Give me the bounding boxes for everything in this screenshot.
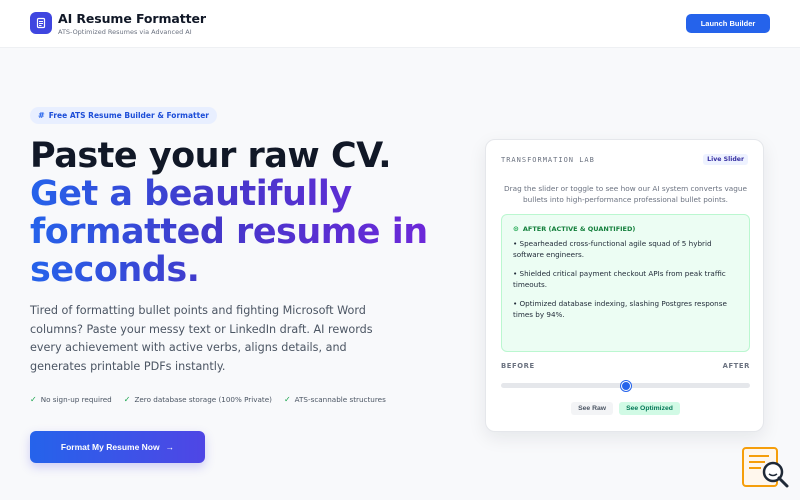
feature-check-label: ATS-scannable structures <box>294 395 386 404</box>
feature-check-item: ✓ Zero database storage (100% Private) <box>124 395 272 404</box>
check-icon: ✓ <box>123 395 131 404</box>
search-document-icon[interactable] <box>741 446 791 490</box>
feature-check-label: No sign-up required <box>40 395 112 404</box>
headline-line-2: Get a beautifully <box>30 175 428 213</box>
hero-headline: Paste your raw CV. Get a beautifully for… <box>30 137 428 289</box>
optimized-bullet: • Spearheaded cross-functional agile squ… <box>513 239 712 259</box>
launch-builder-button[interactable]: Launch Builder <box>686 14 770 33</box>
headline-line-1: Paste your raw CV. <box>30 136 391 176</box>
slider-labels: BEFORE AFTER <box>501 362 750 370</box>
top-navbar: AI Resume Formatter ATS-Optimized Resume… <box>0 0 800 48</box>
comparison-slider-track[interactable] <box>501 380 750 391</box>
before-label: BEFORE <box>501 362 535 370</box>
lab-title: TRANSFORMATION LAB <box>501 156 595 164</box>
lab-instructions: Drag the slider or toggle to see how our… <box>504 184 747 204</box>
feature-check-label: Zero database storage (100% Private) <box>134 395 272 404</box>
transformation-lab-card: TRANSFORMATION LAB Live Slider Drag the … <box>485 139 764 432</box>
hash-icon: # <box>38 111 45 120</box>
cta-label: Format My Resume Now <box>60 442 160 452</box>
after-heading: ⊙ AFTER (ACTIVE & QUANTIFIED) <box>513 225 738 233</box>
app-title: AI Resume Formatter <box>58 11 206 26</box>
after-label: AFTER <box>722 362 750 370</box>
headline-line-4: seconds. <box>30 251 428 289</box>
check-icon: ✓ <box>283 395 291 404</box>
hero-badge-label: Free ATS Resume Builder & Formatter <box>48 111 209 120</box>
hero-description: Tired of formatting bullet points and fi… <box>30 304 373 373</box>
optimized-bullet: • Optimized database indexing, slashing … <box>513 299 727 319</box>
app-subtitle: ATS-Optimized Resumes via Advanced AI <box>58 28 192 36</box>
after-heading-label: AFTER (ACTIVE & QUANTIFIED) <box>522 225 636 233</box>
see-optimized-button[interactable]: See Optimized <box>619 402 680 415</box>
feature-check-item: ✓ No sign-up required <box>30 395 112 404</box>
headline-line-3: formatted resume in <box>30 212 428 252</box>
view-toggle: See Raw See Optimized <box>486 402 765 415</box>
hero-badge: # Free ATS Resume Builder & Formatter <box>30 107 217 124</box>
arrow-right-icon: → <box>165 442 175 452</box>
check-icon: ✓ <box>30 395 37 404</box>
feature-check-item: ✓ ATS-scannable structures <box>284 395 386 404</box>
after-panel: ⊙ AFTER (ACTIVE & QUANTIFIED) • Spearhea… <box>501 214 750 352</box>
comparison-slider-thumb[interactable] <box>620 380 631 391</box>
see-raw-button[interactable]: See Raw <box>571 402 614 415</box>
check-circle-icon: ⊙ <box>513 225 519 233</box>
optimized-bullet: • Shielded critical payment checkout API… <box>513 269 726 289</box>
document-icon <box>30 12 52 34</box>
live-slider-badge: Live Slider <box>703 154 748 165</box>
feature-checklist: ✓ No sign-up required ✓ Zero database st… <box>30 395 386 404</box>
format-resume-cta-button[interactable]: Format My Resume Now → <box>30 431 205 463</box>
